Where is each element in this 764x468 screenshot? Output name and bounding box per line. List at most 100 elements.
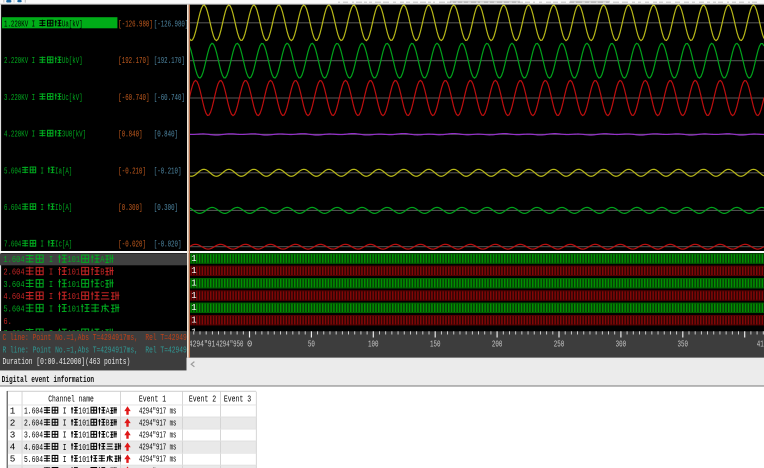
svg-text:3.604: 3.604 bbox=[24, 430, 43, 441]
svg-text:[-0.020]: [-0.020] bbox=[118, 239, 146, 250]
svg-text:I: I bbox=[37, 239, 47, 250]
svg-text:1.604: 1.604 bbox=[3, 254, 24, 265]
svg-text:6.604: 6.604 bbox=[4, 202, 21, 213]
svg-text:101: 101 bbox=[78, 454, 90, 465]
svg-text:Duration [0:00.412000](463 poi: Duration [0:00.412000](463 points) bbox=[3, 356, 131, 367]
svg-text:41: 41 bbox=[757, 339, 764, 349]
svg-text:2.604: 2.604 bbox=[3, 267, 24, 278]
svg-text:4294"917 ms: 4294"917 ms bbox=[139, 454, 176, 465]
svg-text:5.604: 5.604 bbox=[4, 165, 21, 176]
svg-text:I: I bbox=[45, 254, 58, 265]
svg-text:3.220KV I: 3.220KV I bbox=[4, 92, 39, 103]
svg-text:2.604: 2.604 bbox=[24, 418, 43, 429]
svg-text:[0.300]: [0.300] bbox=[118, 202, 142, 213]
svg-text:5.604: 5.604 bbox=[3, 304, 24, 315]
svg-text:C: C bbox=[106, 430, 110, 441]
svg-text:200: 200 bbox=[492, 339, 503, 349]
svg-text:7.604: 7.604 bbox=[4, 239, 21, 250]
svg-text:1: 1 bbox=[191, 315, 196, 325]
svg-text:I: I bbox=[37, 165, 47, 176]
svg-text:101: 101 bbox=[78, 430, 90, 441]
svg-text:I: I bbox=[45, 279, 58, 290]
svg-text:Event 3: Event 3 bbox=[224, 394, 251, 405]
svg-text:101: 101 bbox=[67, 304, 80, 315]
svg-text:4.604: 4.604 bbox=[3, 291, 24, 302]
svg-text:Event 1: Event 1 bbox=[139, 394, 167, 405]
svg-text:3U0[kV]: 3U0[kV] bbox=[62, 129, 86, 140]
svg-text:101: 101 bbox=[78, 406, 90, 417]
svg-text:I: I bbox=[59, 406, 70, 417]
svg-text:I: I bbox=[45, 291, 58, 302]
svg-text:101: 101 bbox=[67, 254, 80, 265]
svg-text:1: 1 bbox=[191, 303, 196, 313]
svg-text:[-60.740]: [-60.740] bbox=[154, 92, 185, 103]
svg-text:101: 101 bbox=[67, 291, 80, 302]
svg-text:1: 1 bbox=[191, 266, 196, 276]
svg-text:C line: Point No.=1,Abs T=4294: C line: Point No.=1,Abs T=4294917ms, Rel… bbox=[3, 332, 202, 343]
svg-text:300: 300 bbox=[616, 339, 627, 349]
svg-text:R line: Point No.=1,Abs T=4294: R line: Point No.=1,Abs T=4294917ms, Rel… bbox=[3, 344, 202, 355]
svg-text:I: I bbox=[59, 430, 70, 441]
svg-text:Uc[kV]: Uc[kV] bbox=[62, 92, 83, 103]
svg-text:I: I bbox=[45, 304, 58, 315]
svg-text:250: 250 bbox=[554, 339, 565, 349]
svg-text:I: I bbox=[59, 454, 70, 465]
svg-text:Ub[kV]: Ub[kV] bbox=[62, 55, 83, 66]
svg-text:4294"917 ms: 4294"917 ms bbox=[139, 418, 176, 429]
svg-text:Ia[A]: Ia[A] bbox=[55, 165, 72, 176]
svg-text:1: 1 bbox=[10, 406, 16, 417]
svg-text:0: 0 bbox=[247, 339, 252, 349]
svg-text:I: I bbox=[59, 418, 70, 429]
svg-text:[192.170]: [192.170] bbox=[154, 55, 185, 66]
svg-text:I: I bbox=[45, 267, 58, 278]
svg-text:150: 150 bbox=[430, 339, 441, 349]
svg-text:350: 350 bbox=[678, 339, 689, 349]
svg-text:I: I bbox=[37, 202, 47, 213]
svg-text:101: 101 bbox=[67, 279, 80, 290]
svg-text:4294"917 ms: 4294"917 ms bbox=[139, 406, 176, 417]
svg-text:B: B bbox=[100, 267, 104, 278]
svg-text:[192.170]: [192.170] bbox=[118, 55, 149, 66]
svg-text:1: 1 bbox=[191, 254, 196, 264]
svg-text:101: 101 bbox=[78, 418, 90, 429]
svg-text:[-126.980]: [-126.980] bbox=[154, 19, 189, 30]
svg-text:[-0.020]: [-0.020] bbox=[154, 239, 182, 250]
svg-text:4: 4 bbox=[10, 442, 16, 453]
svg-text:[-0.210]: [-0.210] bbox=[118, 165, 146, 176]
svg-text:1: 1 bbox=[191, 279, 196, 289]
svg-text:Ua[kV]: Ua[kV] bbox=[62, 19, 83, 30]
svg-text:Ib[A]: Ib[A] bbox=[55, 202, 72, 213]
svg-text:6.: 6. bbox=[3, 316, 12, 327]
svg-text:[-0.210]: [-0.210] bbox=[154, 165, 182, 176]
svg-text:100: 100 bbox=[368, 339, 379, 349]
svg-text:5: 5 bbox=[10, 454, 16, 465]
svg-text:2: 2 bbox=[10, 418, 16, 429]
svg-text:4.604: 4.604 bbox=[24, 442, 43, 453]
svg-text:4294"917 ms: 4294"917 ms bbox=[139, 430, 176, 441]
svg-text:5.604: 5.604 bbox=[24, 454, 43, 465]
svg-text:4294"91: 4294"91 bbox=[189, 339, 216, 349]
svg-text:4294"950: 4294"950 bbox=[216, 339, 244, 349]
svg-text:101: 101 bbox=[78, 442, 90, 453]
svg-text:B: B bbox=[106, 418, 110, 429]
svg-text:A: A bbox=[100, 254, 104, 265]
svg-text:[0.840]: [0.840] bbox=[118, 129, 142, 140]
svg-text:[-126.980]: [-126.980] bbox=[118, 19, 153, 30]
svg-text:[-60.740]: [-60.740] bbox=[118, 92, 149, 103]
svg-text:A: A bbox=[106, 406, 110, 417]
svg-text:Digital event information: Digital event information bbox=[2, 374, 95, 385]
svg-text:1.220KV I: 1.220KV I bbox=[4, 19, 39, 30]
svg-text:Event 2: Event 2 bbox=[189, 394, 216, 405]
svg-text:[0.300]: [0.300] bbox=[154, 202, 178, 213]
svg-text:[0.840]: [0.840] bbox=[154, 129, 178, 140]
svg-text:C: C bbox=[100, 279, 104, 290]
svg-text:101: 101 bbox=[67, 267, 80, 278]
svg-text:I: I bbox=[59, 442, 70, 453]
svg-text:1: 1 bbox=[191, 291, 196, 301]
svg-text:4.220KV I: 4.220KV I bbox=[4, 129, 39, 140]
svg-text:2.220KV I: 2.220KV I bbox=[4, 55, 39, 66]
svg-text:3.604: 3.604 bbox=[3, 279, 24, 290]
svg-text:50: 50 bbox=[308, 339, 315, 349]
svg-text:1.604: 1.604 bbox=[24, 406, 43, 417]
svg-text:Channel name: Channel name bbox=[48, 394, 94, 405]
